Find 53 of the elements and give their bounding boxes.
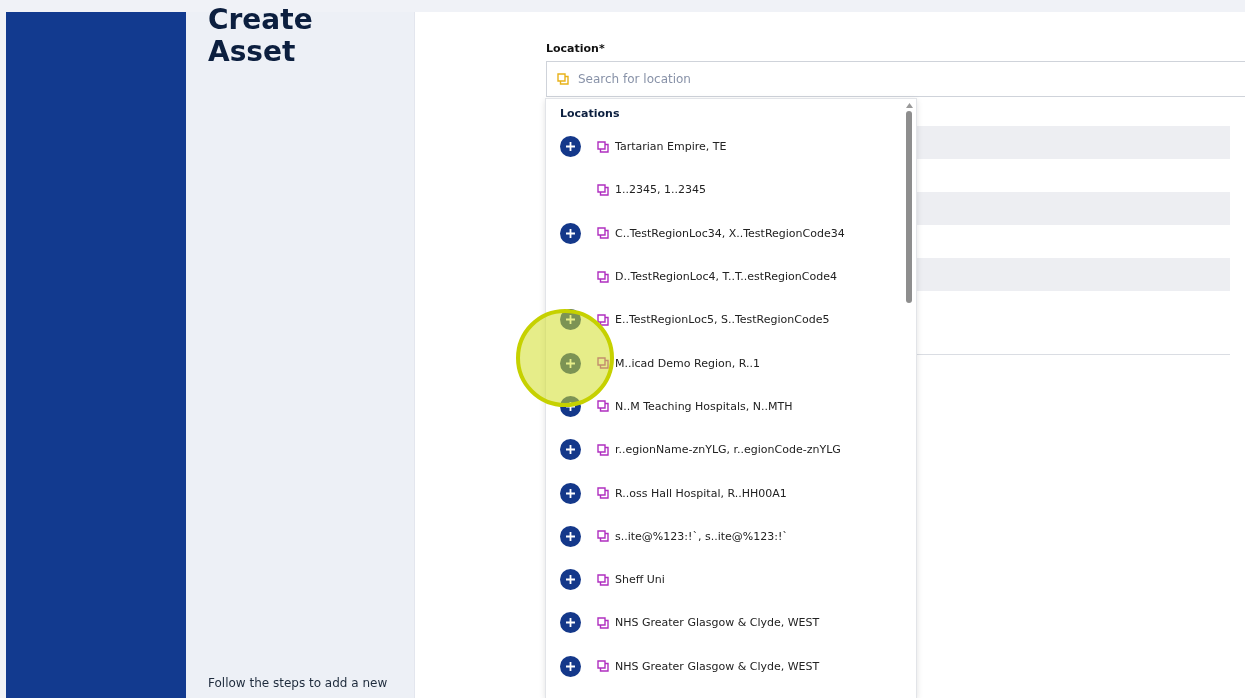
stacked-squares-icon bbox=[597, 270, 609, 283]
stacked-squares-icon bbox=[597, 140, 609, 153]
page-title: Create Asset bbox=[208, 4, 314, 68]
scroll-up-arrow-icon[interactable] bbox=[905, 103, 913, 108]
location-option[interactable]: M..icad Demo Region, R..1 bbox=[581, 356, 760, 370]
location-option[interactable]: C..TestRegionLoc34, X..TestRegionCode34 bbox=[581, 226, 845, 240]
stacked-squares-icon bbox=[557, 73, 569, 85]
field-label: Location* bbox=[546, 42, 606, 55]
stacked-squares-icon bbox=[597, 400, 609, 413]
location-option[interactable]: N..M Teaching Hospitals, N..MTH bbox=[581, 399, 793, 413]
stacked-squares-icon bbox=[597, 443, 609, 456]
plus-icon bbox=[565, 530, 576, 542]
location-option[interactable]: NHS Greater Glasgow & Clyde, WEST bbox=[581, 616, 820, 630]
plus-icon bbox=[565, 660, 576, 672]
stacked-squares-icon bbox=[597, 660, 609, 673]
stacked-squares-icon bbox=[597, 573, 609, 586]
add-button[interactable] bbox=[560, 525, 581, 547]
add-button[interactable] bbox=[560, 439, 581, 461]
add-button[interactable] bbox=[560, 395, 581, 417]
search-field[interactable]: Search for location bbox=[546, 61, 1245, 97]
plus-icon bbox=[565, 574, 576, 586]
plus-icon bbox=[565, 357, 576, 369]
location-option[interactable]: E..TestRegionLoc5, S..TestRegionCode5 bbox=[581, 313, 830, 327]
location-option[interactable]: NHS Greater Glasgow & Clyde, WEST bbox=[581, 659, 820, 673]
stacked-squares-icon bbox=[597, 183, 609, 196]
location-option[interactable]: 1..2345, 1..2345 bbox=[581, 183, 706, 197]
plus-icon bbox=[565, 141, 576, 153]
location-option[interactable]: Tartarian Empire, TE bbox=[581, 140, 727, 154]
location-option[interactable]: D..TestRegionLoc4, T..T..estRegionCode4 bbox=[581, 270, 837, 284]
dropdown-heading: Locations bbox=[560, 107, 621, 122]
location-option[interactable]: r..egionName-znYLG, r..egionCode-znYLG bbox=[581, 443, 841, 457]
plus-icon bbox=[565, 487, 576, 499]
plus-icon bbox=[565, 444, 576, 456]
add-button[interactable] bbox=[560, 569, 581, 591]
add-button[interactable] bbox=[560, 482, 581, 504]
add-button[interactable] bbox=[560, 222, 581, 244]
stacked-squares-icon bbox=[597, 357, 609, 370]
stacked-squares-icon bbox=[597, 487, 609, 499]
add-button[interactable] bbox=[560, 612, 581, 634]
location-option[interactable]: s..ite@%123:!`, s..ite@%123:!` bbox=[581, 529, 788, 543]
stacked-squares-icon bbox=[597, 227, 609, 240]
stacked-squares-icon bbox=[597, 530, 609, 543]
location-option[interactable]: Sheff Uni bbox=[581, 573, 665, 587]
sidebar-description: Follow the steps to add a new bbox=[208, 676, 389, 690]
stacked-squares-icon bbox=[597, 616, 609, 629]
plus-icon bbox=[565, 314, 576, 326]
stacked-squares-icon bbox=[597, 313, 609, 326]
add-button[interactable] bbox=[560, 136, 581, 158]
plus-icon bbox=[565, 400, 576, 412]
add-button[interactable] bbox=[560, 655, 581, 677]
plus-icon bbox=[565, 227, 576, 239]
plus-icon bbox=[565, 617, 576, 629]
location-option[interactable]: R..oss Hall Hospital, R..HH00A1 bbox=[581, 486, 787, 500]
